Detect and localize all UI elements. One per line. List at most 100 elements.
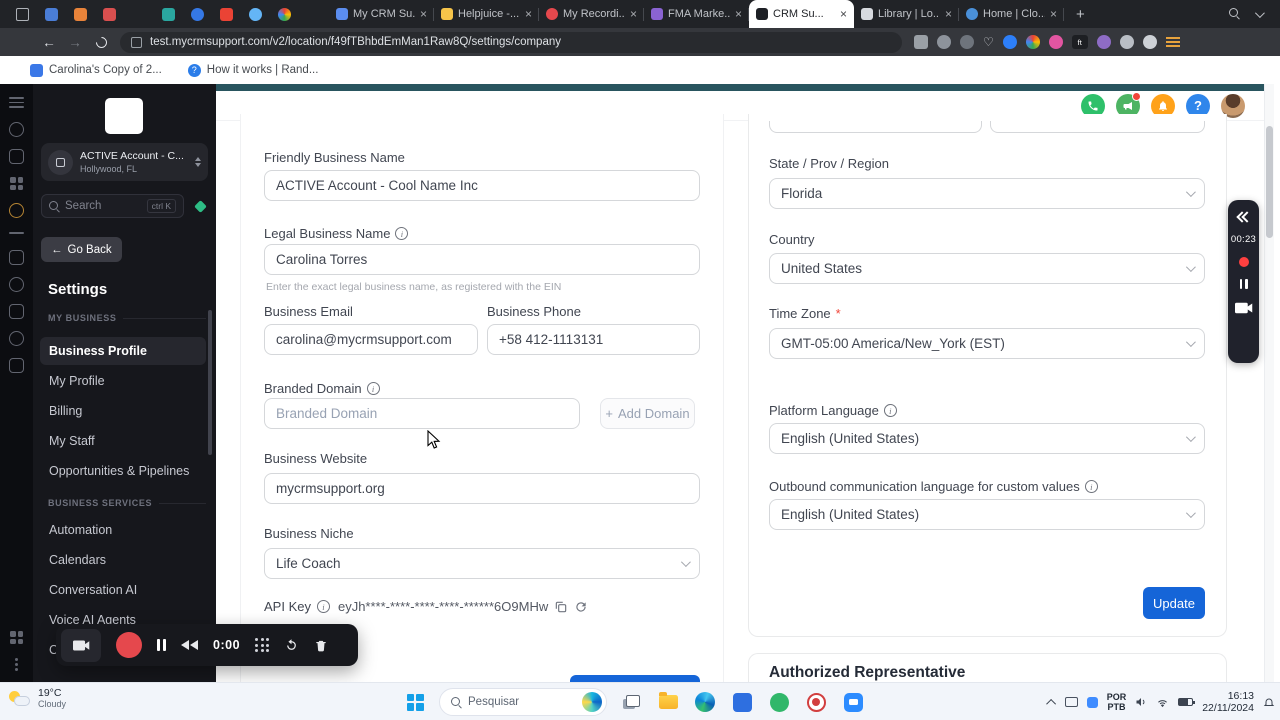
sidebar-item-calendars[interactable]: Calendars [40, 546, 206, 574]
browser-tab-3[interactable]: My Recordi... [539, 0, 644, 28]
extension-icon-4[interactable] [1048, 35, 1063, 49]
info-icon[interactable] [883, 404, 897, 417]
info-icon[interactable] [366, 382, 380, 395]
city-input-partial[interactable] [769, 121, 982, 133]
browser-tab-2[interactable]: Helpjuice -... [434, 0, 539, 28]
collapse-widget-icon[interactable] [1238, 212, 1250, 222]
pause-button[interactable] [157, 639, 166, 651]
sidebar-item-my-profile[interactable]: My Profile [40, 367, 206, 395]
legal-name-input[interactable]: Carolina Torres [264, 244, 700, 275]
start-button[interactable] [402, 689, 428, 715]
rail-more-icon[interactable] [9, 657, 24, 672]
recorder-app-button[interactable] [803, 689, 829, 715]
ai-assistant-button[interactable] [190, 196, 210, 216]
extension-icon-6[interactable] [1119, 35, 1134, 49]
volume-icon[interactable] [1135, 696, 1147, 708]
taskbar-clock[interactable]: 16:13 22/11/2024 [1202, 690, 1254, 715]
battery-icon[interactable] [1178, 698, 1196, 706]
onedrive-icon[interactable] [1086, 696, 1098, 708]
save-page-icon[interactable] [914, 35, 928, 49]
rail-doc-icon[interactable] [9, 358, 24, 373]
rail-dash-icon[interactable] [9, 230, 24, 238]
copy-icon[interactable] [554, 600, 568, 614]
sidebar-item-billing[interactable]: Billing [40, 397, 206, 425]
favorites-heart-icon[interactable] [983, 36, 994, 48]
stop-record-button[interactable] [116, 632, 142, 658]
language-switcher[interactable]: POR PTB [1107, 692, 1127, 712]
site-info-icon[interactable] [131, 36, 142, 48]
reload-button[interactable] [88, 34, 114, 50]
pinned-tab-icon-9[interactable] [278, 7, 291, 21]
bookmark-item-2[interactable]: How it works | Rand... [187, 63, 318, 77]
sidebar-item-my-staff[interactable]: My Staff [40, 427, 206, 455]
sidebar-item-conversation-ai[interactable]: Conversation AI [40, 576, 206, 604]
tab-close-icon[interactable] [840, 8, 847, 20]
tab-close-icon[interactable] [525, 8, 532, 20]
restart-recording-icon[interactable] [284, 638, 299, 653]
drag-grid-icon[interactable] [255, 638, 270, 652]
rail-clock-icon[interactable] [9, 277, 24, 292]
pinned-tab-icon-4[interactable] [103, 7, 116, 21]
forward-button[interactable] [62, 35, 88, 50]
pinned-tab-icon-6[interactable] [191, 7, 204, 21]
bookmark-item-1[interactable]: Carolina's Copy of 2... [30, 63, 162, 77]
friendly-name-input[interactable]: ACTIVE Account - Cool Name Inc [264, 170, 700, 201]
extension-icon-2[interactable] [1002, 35, 1017, 49]
rail-chat-icon[interactable] [9, 149, 24, 164]
info-icon[interactable] [395, 227, 409, 240]
file-explorer-button[interactable] [655, 689, 681, 715]
info-icon[interactable] [316, 600, 330, 613]
rail-circle-icon[interactable] [9, 122, 24, 137]
rail-apps-icon[interactable] [9, 176, 24, 191]
browser-tab-4[interactable]: FMA Marke... [644, 0, 749, 28]
app-button-blue[interactable] [729, 689, 755, 715]
browser-tab-7[interactable]: Home | Clo... [959, 0, 1064, 28]
tray-expand-icon[interactable] [1045, 698, 1056, 709]
platform-language-select[interactable]: English (United States) [769, 423, 1205, 454]
tab-list-caret-icon[interactable] [1254, 7, 1265, 18]
zoom-app-button[interactable] [840, 689, 866, 715]
tab-search-icon[interactable] [1229, 5, 1239, 23]
account-switcher[interactable]: ACTIVE Account - C... Hollywood, FL [41, 143, 208, 181]
browser-tab-active[interactable]: CRM Su... [749, 0, 854, 28]
edge-browser-button[interactable] [692, 689, 718, 715]
browser-tab-6[interactable]: Library | Lo... [854, 0, 959, 28]
tab-close-icon[interactable] [1050, 8, 1057, 20]
tab-close-icon[interactable] [630, 8, 637, 20]
pinned-tab-icon-5[interactable] [162, 7, 175, 21]
sidebar-item-opportunities-pipelines[interactable]: Opportunities & Pipelines [40, 457, 206, 485]
outbound-language-select[interactable]: English (United States) [769, 499, 1205, 530]
rail-gear-icon[interactable] [9, 331, 24, 346]
pinned-tab-icon-3[interactable] [74, 7, 87, 21]
sidebar-item-business-profile[interactable]: Business Profile [40, 337, 206, 365]
profile-icon[interactable] [1142, 35, 1157, 49]
country-select[interactable]: United States [769, 253, 1205, 284]
business-phone-input[interactable]: +58 412-1113131 [487, 324, 700, 355]
taskbar-search[interactable]: Pesquisar [439, 688, 607, 716]
main-scrollbar-thumb[interactable] [1266, 126, 1273, 238]
timezone-select[interactable]: GMT-05:00 America/New_York (EST) [769, 328, 1205, 359]
pinned-tab-monitor-icon[interactable] [16, 7, 29, 21]
sidebar-item-automation[interactable]: Automation [40, 516, 206, 544]
screenshot-icon[interactable] [937, 35, 951, 49]
rewind-button[interactable] [181, 640, 198, 650]
back-button[interactable] [36, 35, 62, 50]
branded-domain-input[interactable]: Branded Domain [264, 398, 580, 429]
refresh-icon[interactable] [574, 600, 588, 614]
app-button-green[interactable] [766, 689, 792, 715]
rail-grid-icon[interactable] [9, 630, 24, 645]
business-email-input[interactable]: carolina@mycrmsupport.com [264, 324, 478, 355]
extension-icon-1[interactable] [960, 35, 974, 49]
tab-close-icon[interactable] [945, 8, 952, 20]
rail-box-icon[interactable] [9, 304, 24, 319]
sidebar-search-input[interactable]: Search ctrl K [41, 194, 184, 218]
pinned-tab-icon-2[interactable] [45, 7, 58, 21]
record-dot-icon[interactable] [1238, 257, 1249, 267]
notifications-icon[interactable] [1263, 696, 1275, 709]
business-niche-select[interactable]: Life Coach [264, 548, 700, 579]
address-bar[interactable]: test.mycrmsupport.com/v2/location/f49fTB… [120, 31, 902, 53]
business-website-input[interactable]: mycrmsupport.org [264, 473, 700, 504]
info-icon[interactable] [1084, 480, 1098, 493]
add-domain-button[interactable]: Add Domain [600, 398, 695, 429]
camera-icon[interactable] [1234, 301, 1253, 315]
